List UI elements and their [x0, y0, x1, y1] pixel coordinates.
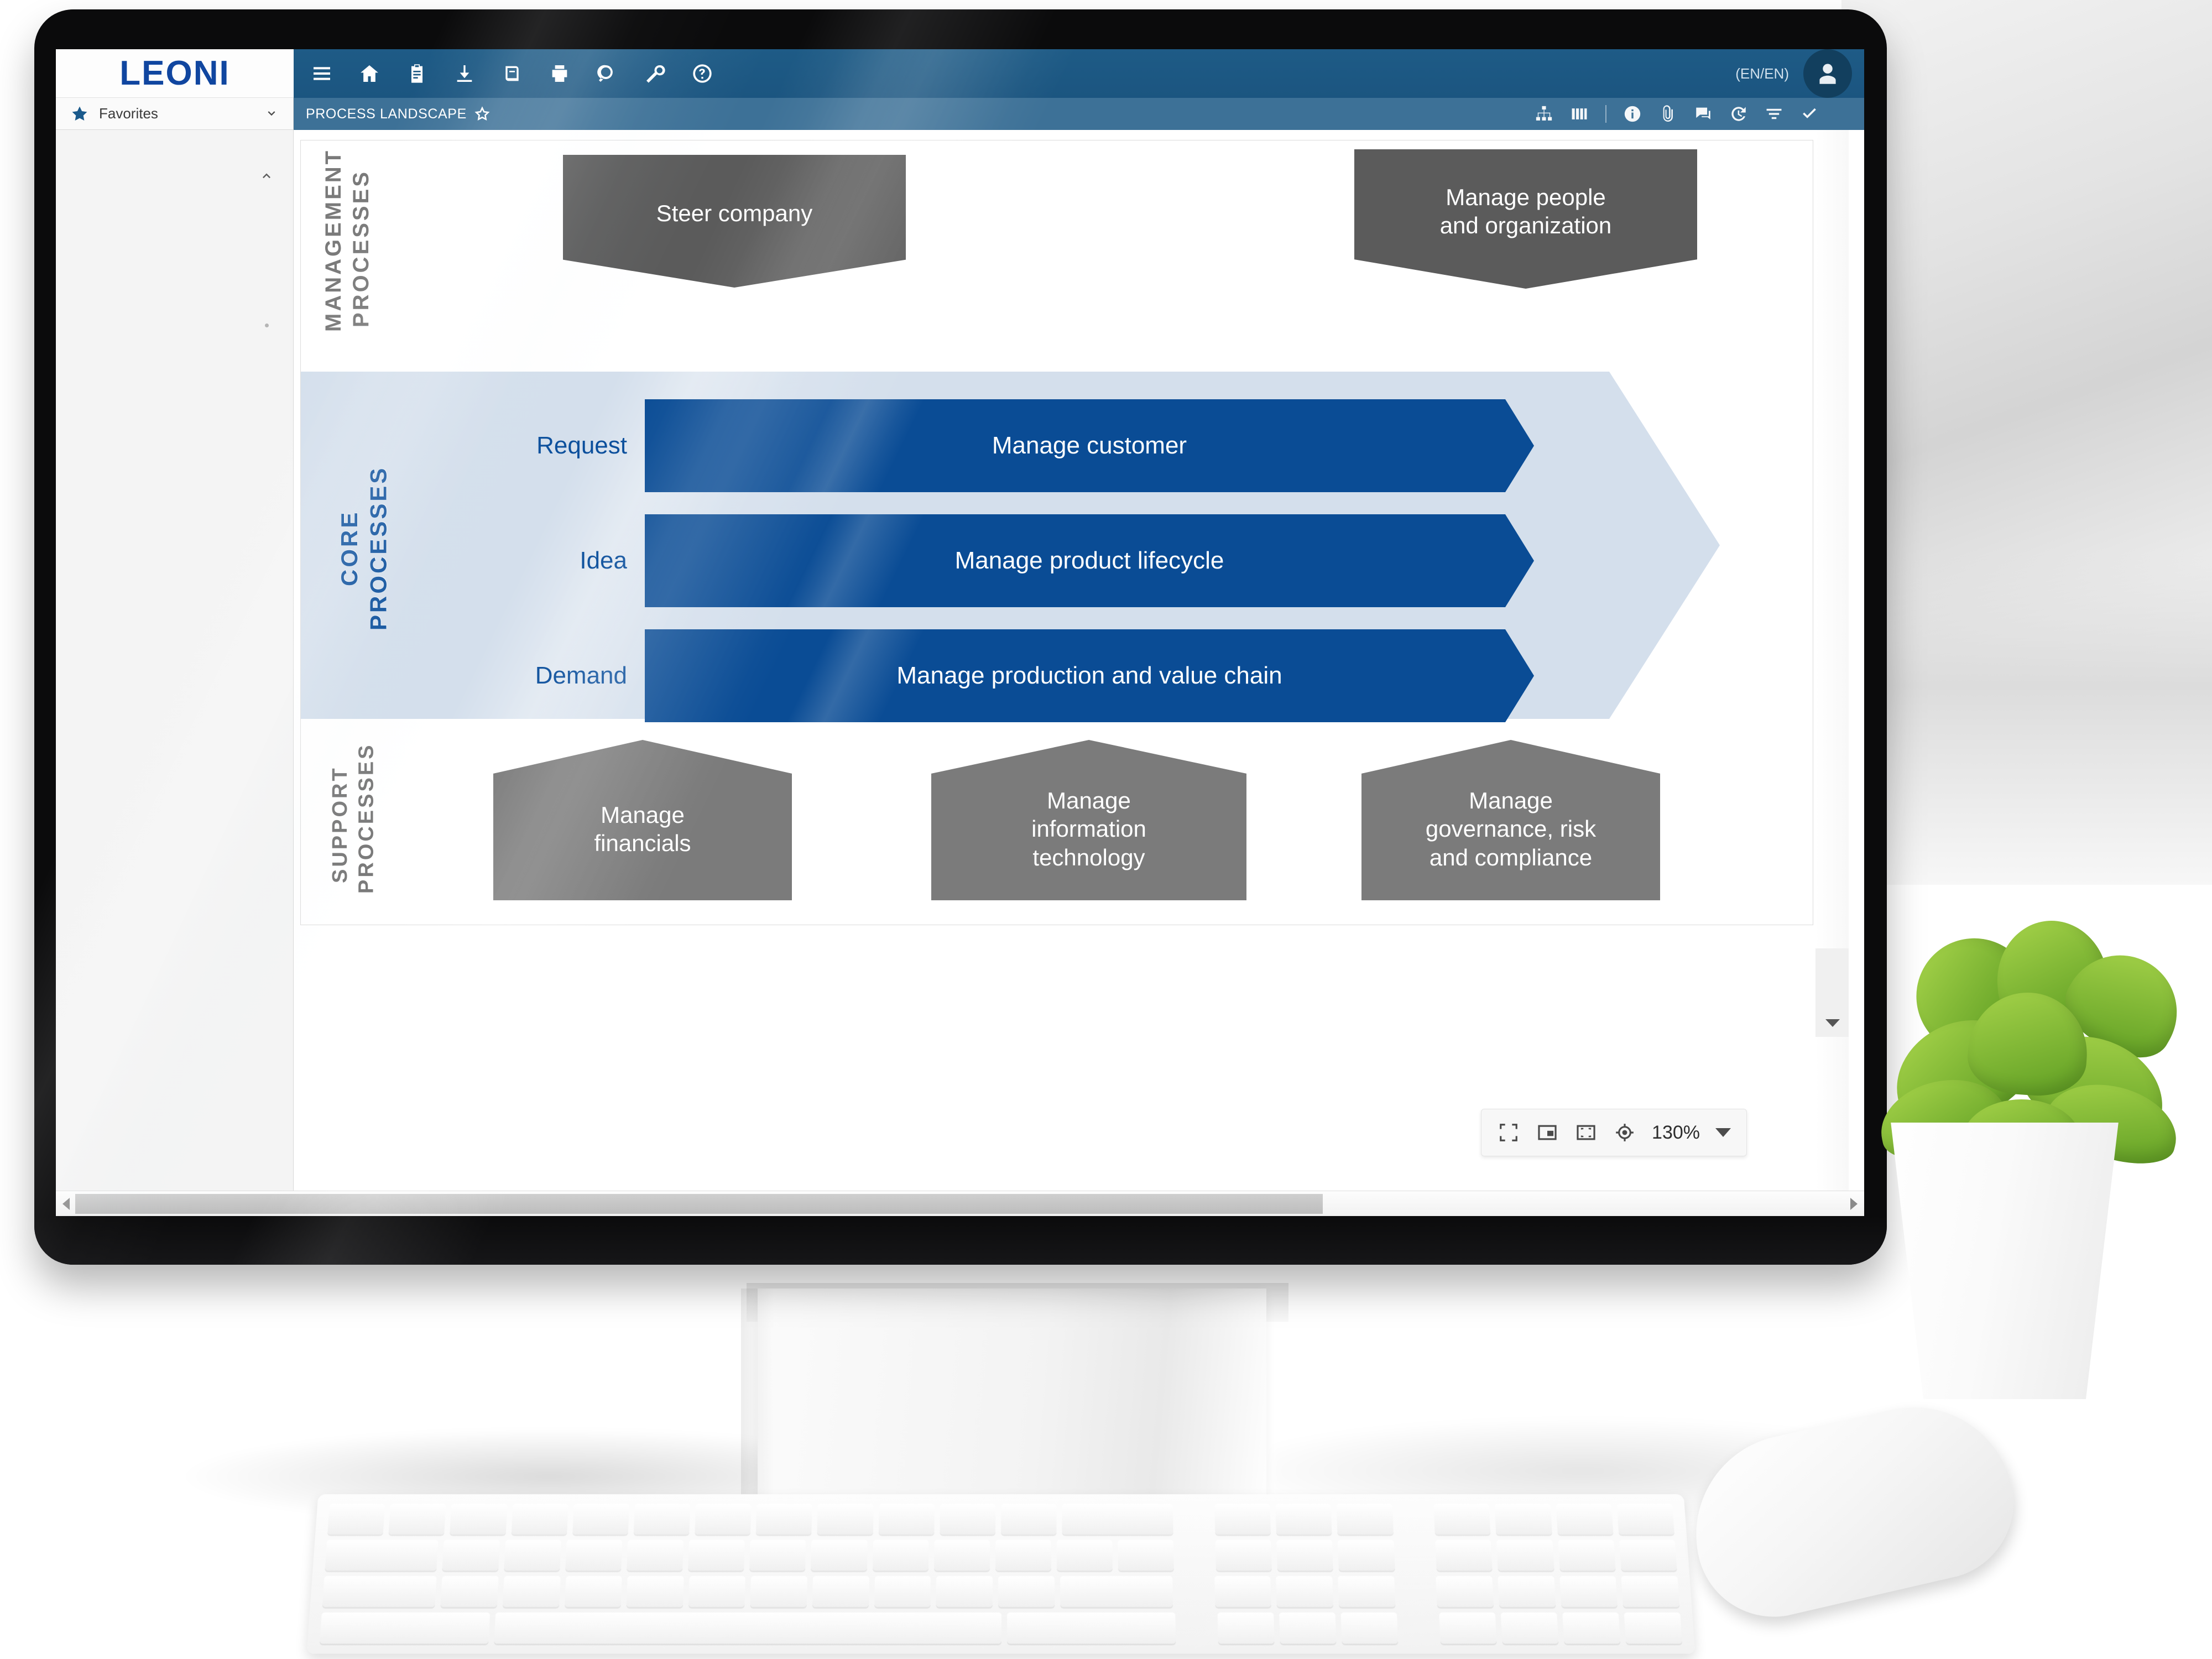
core-process-row: Request Manage customer Order	[536, 399, 1534, 492]
chevron-down-icon[interactable]	[264, 107, 279, 121]
chevron-up-icon[interactable]	[259, 168, 274, 183]
core-input-label: Request	[536, 432, 627, 459]
background-wall-gradient	[1841, 553, 2212, 885]
monitor-stand-shadow	[741, 1288, 774, 1521]
check-icon[interactable]	[1800, 105, 1819, 123]
toolbar-icon-group	[309, 61, 715, 86]
keyboard-row	[325, 1540, 1677, 1571]
core-process-box[interactable]: Manage production and value chain	[645, 629, 1534, 722]
columns-icon[interactable]	[1570, 105, 1589, 123]
support-process-box[interactable]: Manage governance, risk and compliance	[1361, 740, 1660, 900]
favorite-star-icon[interactable]	[474, 106, 490, 122]
core-process-box[interactable]: Manage customer	[645, 399, 1534, 492]
keyboard-row	[322, 1575, 1680, 1607]
print-icon[interactable]	[547, 61, 572, 86]
minimap-icon[interactable]	[1536, 1121, 1559, 1144]
core-process-label: Manage product lifecycle	[954, 547, 1224, 574]
second-row: Favorites PROCESS LANDSCAPE	[56, 98, 1864, 130]
breadcrumb: PROCESS LANDSCAPE	[294, 98, 1864, 130]
core-process-row: Idea Manage product lifecycle Solution	[580, 514, 1534, 607]
logo-container: LEONI	[56, 49, 294, 98]
page-title: PROCESS LANDSCAPE	[306, 106, 467, 122]
zoom-controls: 130%	[1481, 1109, 1747, 1156]
fullscreen-icon[interactable]	[1497, 1121, 1520, 1144]
scene-backdrop: LEONI (EN/EN) Favorites PROCESS LANDSCAP…	[0, 0, 2212, 1659]
scroll-down-caret[interactable]	[1825, 1019, 1840, 1027]
search-icon[interactable]	[594, 61, 620, 86]
help-icon[interactable]	[690, 61, 715, 86]
wrench-icon[interactable]	[642, 61, 667, 86]
keyboard-keys	[319, 1504, 1683, 1644]
keyboard	[306, 1494, 1695, 1654]
core-band-label: CORE PROCESSES	[336, 466, 392, 630]
clipboard-icon[interactable]	[404, 61, 430, 86]
horizontal-scrollbar[interactable]	[56, 1191, 1864, 1216]
keyboard-row	[319, 1612, 1683, 1644]
core-input-label: Idea	[580, 547, 627, 574]
application-window: LEONI (EN/EN) Favorites PROCESS LANDSCAP…	[56, 49, 1864, 1216]
hierarchy-icon[interactable]	[1535, 105, 1553, 123]
core-process-box[interactable]: Manage product lifecycle	[645, 514, 1534, 607]
support-process-label: Manage financials	[594, 801, 691, 856]
management-process-box[interactable]: Manage people and organization	[1354, 149, 1697, 289]
keyboard-row	[327, 1504, 1674, 1535]
book-icon[interactable]	[499, 61, 525, 86]
horizontal-scrollbar-track[interactable]	[75, 1193, 1845, 1214]
support-band: SUPPORT PROCESSES Manage financials Manage…	[301, 732, 1813, 926]
management-process-label: Steer company	[656, 200, 813, 227]
attachment-icon[interactable]	[1658, 105, 1677, 123]
management-band: MANAGEMENT PROCESSES Steer company Manage…	[301, 140, 1813, 362]
body-row: MANAGEMENT PROCESSES Steer company Manage…	[56, 130, 1864, 1216]
language-indicator: (EN/EN)	[1735, 65, 1789, 82]
support-process-box[interactable]: Manage financials	[493, 740, 792, 900]
plant-pot	[1891, 1123, 2119, 1399]
sidebar	[56, 130, 294, 1216]
filter-icon[interactable]	[1765, 105, 1783, 123]
core-input-label: Demand	[535, 662, 627, 689]
top-row: LEONI (EN/EN)	[56, 49, 1864, 98]
scroll-left-arrow[interactable]	[62, 1197, 70, 1210]
support-process-label: Manage governance, risk and compliance	[1425, 787, 1597, 870]
diagram-canvas-wrapper: MANAGEMENT PROCESSES Steer company Manage…	[294, 130, 1864, 1216]
home-icon[interactable]	[357, 61, 382, 86]
star-icon	[72, 106, 87, 121]
sidebar-resize-dot[interactable]	[265, 324, 269, 327]
management-process-label: Manage people and organization	[1439, 184, 1612, 238]
menu-icon[interactable]	[309, 61, 335, 86]
comment-icon[interactable]	[1694, 105, 1713, 123]
center-target-icon[interactable]	[1613, 1121, 1636, 1144]
brand-logo: LEONI	[119, 54, 230, 92]
process-landscape-diagram: MANAGEMENT PROCESSES Steer company Manage…	[300, 140, 1813, 925]
support-band-label: SUPPORT PROCESSES	[328, 743, 378, 894]
bezel-bottom	[34, 1216, 1887, 1265]
support-process-label: Manage information technology	[1031, 787, 1146, 870]
main-toolbar: (EN/EN)	[294, 49, 1864, 98]
fit-to-screen-icon[interactable]	[1574, 1121, 1598, 1144]
avatar[interactable]	[1803, 49, 1852, 98]
history-icon[interactable]	[1729, 105, 1748, 123]
divider	[1605, 105, 1606, 123]
core-process-label: Manage customer	[992, 432, 1187, 459]
breadcrumb-toolbar	[1535, 105, 1852, 123]
favorites-label: Favorites	[99, 105, 158, 122]
info-icon[interactable]	[1623, 105, 1642, 123]
core-process-label: Manage production and value chain	[896, 662, 1282, 689]
zoom-level-value[interactable]: 130%	[1652, 1122, 1700, 1144]
sidebar-item-favorites[interactable]: Favorites	[56, 98, 294, 130]
scroll-right-arrow[interactable]	[1850, 1197, 1858, 1210]
support-process-box[interactable]: Manage information technology	[931, 740, 1246, 900]
core-process-row: Demand Manage production and value chain…	[535, 629, 1534, 722]
screen: LEONI (EN/EN) Favorites PROCESS LANDSCAP…	[56, 49, 1864, 1216]
monitor-bezel: LEONI (EN/EN) Favorites PROCESS LANDSCAP…	[34, 9, 1887, 1265]
vertical-scrollbar-track[interactable]	[1815, 130, 1849, 1216]
management-process-box[interactable]: Steer company	[563, 155, 906, 288]
chevron-down-icon[interactable]	[1715, 1128, 1731, 1137]
horizontal-scrollbar-thumb[interactable]	[75, 1193, 1323, 1214]
download-icon[interactable]	[452, 61, 477, 86]
management-band-label: MANAGEMENT PROCESSES	[321, 148, 373, 332]
